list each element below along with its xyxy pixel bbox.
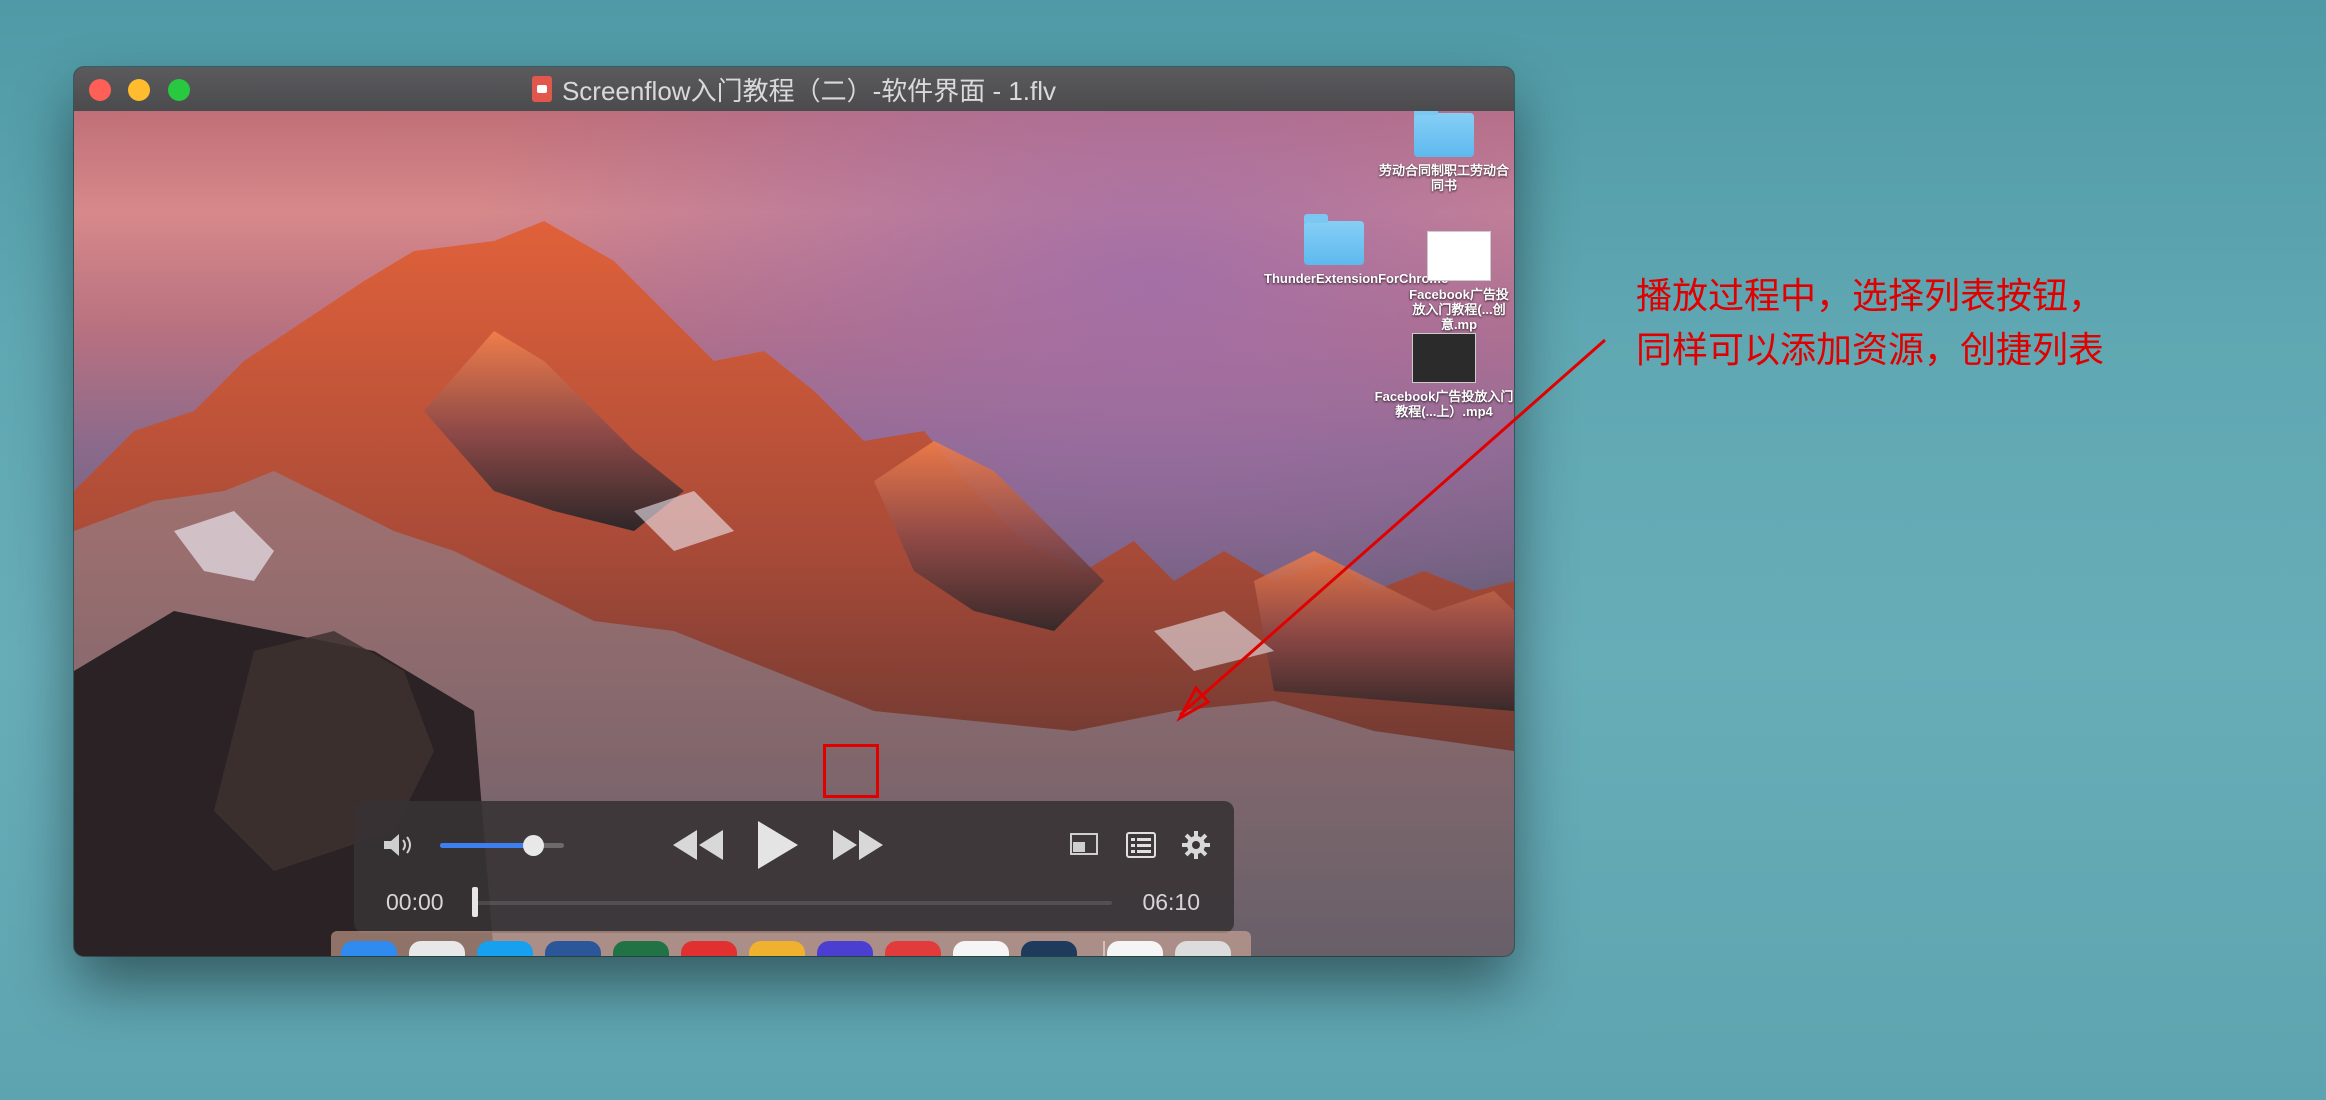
playback-controls: 00:00 06:10 <box>354 801 1234 933</box>
quicktime-icon: Q <box>1037 953 1061 957</box>
desktop-icon-label: ThunderExtensionForChrome <box>1264 271 1449 286</box>
picture-in-picture-icon <box>1070 833 1098 855</box>
dock-app-chrome[interactable]: ◉ <box>409 941 465 956</box>
play-icon <box>758 821 798 869</box>
fast-forward-button[interactable] <box>830 823 886 867</box>
dock-app-butterfly[interactable]: ✦ <box>749 941 805 956</box>
current-time: 00:00 <box>386 889 444 915</box>
progress-bar[interactable] <box>472 887 1112 917</box>
volume-icon[interactable] <box>382 831 416 859</box>
title-bar[interactable]: Screenflow入门教程（二）-软件界面 - 1.flv <box>74 67 1514 112</box>
dock: ☺ ◉ S W X ◆ ✦ ▣ ▶ ♫ Q ▤ ▥ <box>331 931 1251 956</box>
desktop-icon-label: Facebook广告投放入门教程(...上）.mp4 <box>1374 389 1514 419</box>
picture-in-picture-button[interactable] <box>1069 831 1099 859</box>
butterfly-icon: ✦ <box>765 953 788 957</box>
photo-booth-icon: ▣ <box>832 953 858 957</box>
play-button[interactable] <box>749 815 805 875</box>
video-thumbnail-icon <box>1412 333 1476 383</box>
finder-icon: ☺ <box>354 953 383 957</box>
desktop-icon-folder[interactable]: ThunderExtensionForChrome <box>1264 214 1449 286</box>
fast-forward-icon <box>833 830 883 860</box>
rewind-button[interactable] <box>670 823 726 867</box>
skype-icon: S <box>495 953 515 957</box>
playlist-icon <box>1126 832 1156 858</box>
dock-app-excel[interactable]: X <box>613 941 669 956</box>
volume-fill <box>440 843 533 848</box>
progress-handle[interactable] <box>472 887 478 917</box>
annotation-line-2: 同样可以添加资源，创捷列表 <box>1636 330 2105 371</box>
excel-icon: X <box>630 953 652 957</box>
desktop-icon-folder[interactable]: 劳动合同制职工劳动合同书 <box>1374 111 1514 193</box>
dock-separator <box>1103 941 1105 956</box>
word-icon: W <box>558 953 589 957</box>
desktop-icon-label: Facebook广告投放入门教程(...创意.mp <box>1409 287 1509 332</box>
bear-icon: ◆ <box>698 953 720 957</box>
itunes-icon: ♫ <box>968 953 993 957</box>
dock-app-skype[interactable]: S <box>477 941 533 956</box>
rewind-icon <box>673 830 723 860</box>
duration-time: 06:10 <box>1142 889 1200 915</box>
settings-button[interactable] <box>1180 829 1212 861</box>
desktop-icon-video[interactable]: Facebook广告投放入门教程(...上）.mp4 <box>1374 333 1514 419</box>
volume-slider[interactable] <box>440 835 564 856</box>
video-file-icon <box>531 76 552 102</box>
document-icon: ▤ <box>1122 953 1148 957</box>
folder-icon <box>1414 111 1474 157</box>
window-title: Screenflow入门教程（二）-软件界面 - 1.flv <box>561 75 1057 106</box>
playlist-button[interactable] <box>1121 825 1161 865</box>
annotation-text: 播放过程中，选择列表按钮， 同样可以添加资源，创捷列表 <box>1636 270 2104 378</box>
settings-icon <box>1182 831 1210 859</box>
dock-app-word[interactable]: W <box>545 941 601 956</box>
player-window: Screenflow入门教程（二）-软件界面 - 1.flv 劳动合同制职工劳动… <box>74 67 1514 956</box>
volume-knob[interactable] <box>523 835 544 856</box>
video-frame[interactable]: 劳动合同制职工劳动合同书 ThunderExtensionForChrome F… <box>74 111 1514 956</box>
pdf-icon: ▶ <box>902 953 924 957</box>
dock-app-photo-booth[interactable]: ▣ <box>817 941 873 956</box>
playlist-button-highlight <box>823 744 879 798</box>
dock-app-document[interactable]: ▤ <box>1107 941 1163 956</box>
desktop-icon-video[interactable]: Facebook广告投放入门教程(...创意.mp <box>1404 231 1514 332</box>
desktop-icon-label: 劳动合同制职工劳动合同书 <box>1378 163 1509 193</box>
dock-app-itunes[interactable]: ♫ <box>953 941 1009 956</box>
trash-icon: ▥ <box>1190 953 1216 957</box>
dock-app-bear[interactable]: ◆ <box>681 941 737 956</box>
folder-icon <box>1304 214 1364 265</box>
chrome-icon: ◉ <box>425 953 449 957</box>
dock-app-trash[interactable]: ▥ <box>1175 941 1231 956</box>
video-thumbnail-icon <box>1427 231 1491 281</box>
annotation-line-1: 播放过程中，选择列表按钮， <box>1636 276 2105 317</box>
dock-app-pdf[interactable]: ▶ <box>885 941 941 956</box>
dock-app-finder[interactable]: ☺ <box>341 941 397 956</box>
dock-app-quicktime[interactable]: Q <box>1021 941 1077 956</box>
